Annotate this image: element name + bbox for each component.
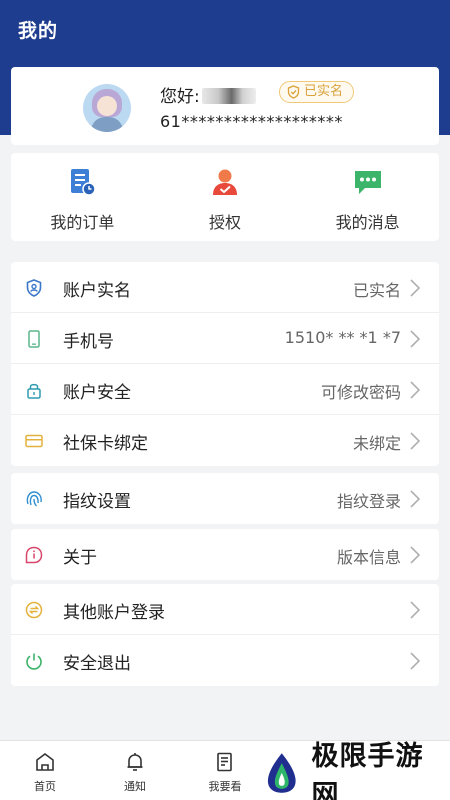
watermark: 极限手游网: [250, 741, 450, 800]
power-icon: [23, 650, 45, 672]
tab-label: 通知: [124, 780, 146, 793]
menu-value: 可修改密码: [320, 383, 401, 402]
chevron-right-icon: [410, 381, 421, 399]
menu-item-other-account-login[interactable]: 其他账户登录: [11, 584, 439, 635]
verified-badge: 已实名: [279, 81, 355, 103]
authorize-person-icon: [209, 167, 241, 197]
menu-item-about[interactable]: 关于 版本信息: [11, 529, 439, 580]
menu-value: 未绑定: [352, 434, 401, 453]
menu-item-account-security[interactable]: 账户安全 可修改密码: [11, 364, 439, 415]
menu-value: 1510* ** *1 *7: [284, 328, 401, 347]
menu-item-logout[interactable]: 安全退出: [11, 635, 439, 686]
verified-label: 已实名: [304, 84, 344, 99]
about-group: 关于 版本信息: [11, 529, 439, 580]
shield-id-icon: [23, 277, 45, 299]
greeting: 您好:: [160, 82, 256, 107]
chevron-right-icon: [410, 432, 421, 450]
menu-label: 关于: [63, 548, 97, 568]
masked-name: [201, 88, 256, 104]
phone-icon: [23, 328, 45, 350]
switch-account-icon: [23, 599, 45, 621]
shortcut-label: 我的消息: [335, 213, 400, 232]
shortcut-my-orders[interactable]: 我的订单: [11, 153, 154, 241]
menu-label: 指纹设置: [63, 492, 131, 512]
tab-label: 我要看: [208, 780, 242, 793]
menu-label: 社保卡绑定: [63, 434, 148, 454]
watermark-logo-icon: [267, 752, 296, 793]
menu-item-fingerprint[interactable]: 指纹设置 指纹登录: [11, 473, 439, 524]
bell-icon: [123, 750, 147, 774]
fingerprint-group: 指纹设置 指纹登录: [11, 473, 439, 524]
profile-card[interactable]: 您好: 已实名 61*******************: [11, 67, 439, 145]
message-icon: [352, 167, 384, 197]
menu-label: 手机号: [63, 332, 114, 352]
masked-phone-number: 61*******************: [160, 112, 343, 131]
menu-value: 已实名: [352, 281, 401, 300]
shortcut-authorize[interactable]: 授权: [154, 153, 297, 241]
menu-label: 账户安全: [63, 383, 131, 403]
menu-item-social-card[interactable]: 社保卡绑定 未绑定: [11, 415, 439, 466]
lock-icon: [23, 379, 45, 401]
chevron-right-icon: [410, 490, 421, 508]
menu-label: 安全退出: [63, 654, 131, 674]
home-icon: [33, 750, 57, 774]
chevron-right-icon: [410, 279, 421, 297]
tab-home[interactable]: 首页: [0, 741, 90, 800]
fingerprint-icon: [23, 488, 45, 510]
menu-label: 账户实名: [63, 281, 131, 301]
tab-notifications[interactable]: 通知: [90, 741, 180, 800]
login-group: 其他账户登录 安全退出: [11, 584, 439, 686]
shortcut-label: 授权: [209, 213, 242, 232]
shortcut-my-messages[interactable]: 我的消息: [296, 153, 439, 241]
page-title: 我的: [18, 20, 59, 42]
menu-label: 其他账户登录: [63, 603, 165, 623]
tab-label: 首页: [34, 780, 56, 793]
shortcut-label: 我的订单: [50, 213, 115, 232]
order-icon: [66, 167, 98, 197]
chevron-right-icon: [410, 546, 421, 564]
menu-value: 指纹登录: [336, 492, 401, 511]
greeting-text: 您好:: [160, 87, 200, 107]
menu-item-phone[interactable]: 手机号 1510* ** *1 *7: [11, 313, 439, 364]
info-icon: [23, 544, 45, 566]
card-icon: [23, 430, 45, 452]
menu-item-real-name[interactable]: 账户实名 已实名: [11, 262, 439, 313]
document-icon: [213, 750, 237, 774]
chevron-right-icon: [410, 330, 421, 348]
verified-shield-icon: [287, 85, 300, 99]
account-settings-group: 账户实名 已实名 手机号 1510* ** *1 *7 账户安全 可修改密码 社…: [11, 262, 439, 466]
menu-value: 版本信息: [336, 548, 401, 567]
chevron-right-icon: [410, 652, 421, 670]
shortcut-card: 我的订单 授权 我的消息: [11, 153, 439, 241]
chevron-right-icon: [410, 601, 421, 619]
avatar[interactable]: [83, 84, 131, 132]
watermark-text: 极限手游网: [311, 740, 424, 800]
